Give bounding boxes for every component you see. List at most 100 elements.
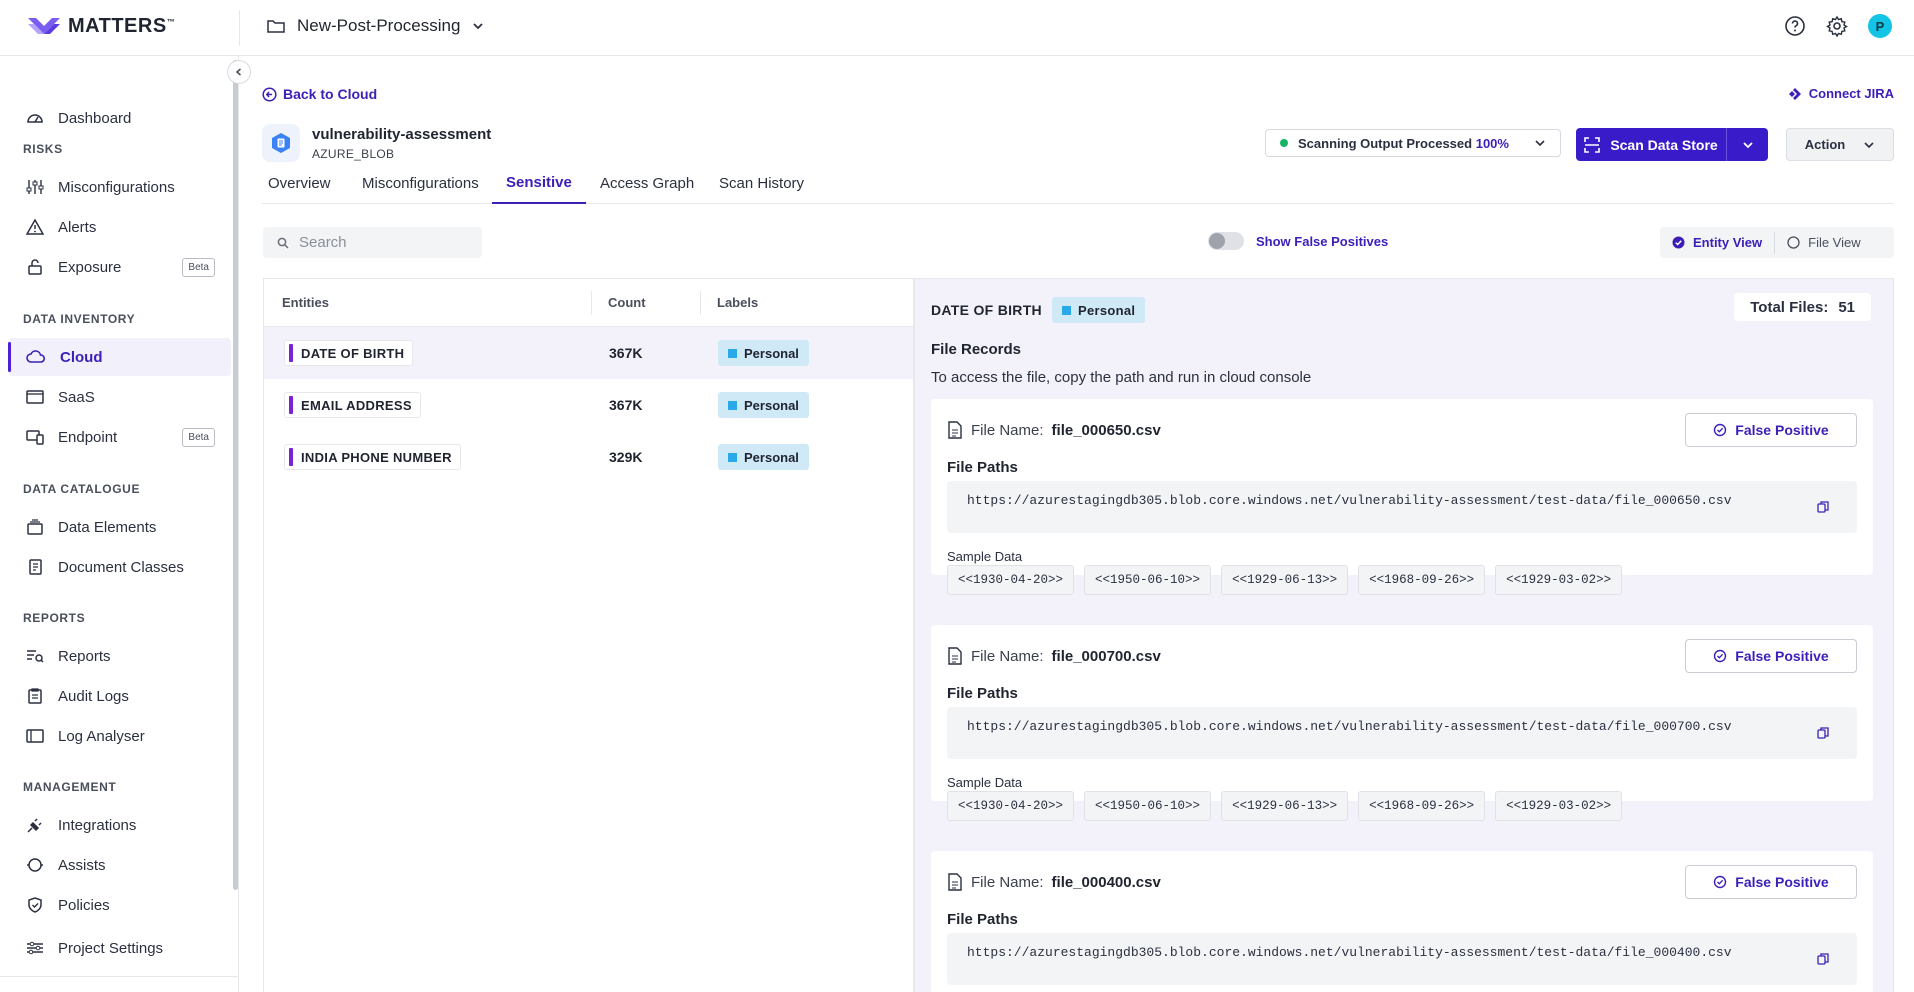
matters-logo-icon bbox=[28, 18, 60, 34]
entity-view-option[interactable]: Entity View bbox=[1660, 227, 1774, 258]
brand-logo[interactable]: MATTERS™ bbox=[26, 14, 175, 38]
user-avatar[interactable]: P bbox=[1868, 14, 1892, 38]
report-search-icon bbox=[27, 650, 44, 663]
sidebar-item-label: Assists bbox=[58, 856, 106, 874]
connect-jira-link[interactable]: Connect JIRA bbox=[1788, 86, 1894, 101]
sample-data-heading: Sample Data bbox=[947, 775, 1023, 790]
sidebar-item-exposure[interactable]: Exposure Beta bbox=[8, 248, 231, 286]
action-dropdown[interactable]: Action bbox=[1786, 128, 1894, 161]
project-selector[interactable]: New-Post-Processing bbox=[267, 16, 484, 36]
asset-type: AZURE_BLOB bbox=[312, 146, 395, 161]
entity-view-label: Entity View bbox=[1693, 235, 1763, 250]
top-right-actions: P bbox=[1784, 14, 1892, 38]
check-circle-icon bbox=[1672, 236, 1685, 249]
sidebar-item-label: Document Classes bbox=[58, 558, 184, 576]
false-positive-icon bbox=[1714, 423, 1727, 437]
status-dot bbox=[1280, 139, 1288, 147]
table-row[interactable]: EMAIL ADDRESS 367K Personal bbox=[264, 379, 913, 431]
entity-color-bar bbox=[289, 448, 293, 466]
sidebar-item-label: Alerts bbox=[58, 218, 97, 236]
scan-status-dropdown[interactable]: Scanning Output Processed 100% bbox=[1265, 129, 1561, 157]
sidebar-item-assists[interactable]: Assists bbox=[8, 846, 231, 884]
sample-chip: <<1968-09-26>> bbox=[1358, 565, 1486, 595]
file-path-box: https://azurestagingdb305.blob.core.wind… bbox=[947, 481, 1857, 533]
action-label: Action bbox=[1804, 137, 1846, 152]
file-path-box: https://azurestagingdb305.blob.core.wind… bbox=[947, 933, 1857, 985]
sidebar-item-log-analyser[interactable]: Log Analyser bbox=[8, 717, 231, 755]
sidebar-collapse-button[interactable] bbox=[227, 60, 251, 84]
detail-entity-name: DATE OF BIRTH bbox=[931, 302, 1042, 318]
sidebar-item-cloud[interactable]: Cloud bbox=[8, 338, 231, 376]
tab-overview[interactable]: Overview bbox=[268, 162, 331, 204]
sidebar-item-label: Misconfigurations bbox=[58, 178, 175, 196]
sidebar-section-data-catalogue: DATA CATALOGUE bbox=[23, 482, 141, 496]
table-row[interactable]: INDIA PHONE NUMBER 329K Personal bbox=[264, 431, 913, 483]
false-positive-button[interactable]: False Positive bbox=[1685, 413, 1857, 447]
column-divider bbox=[591, 291, 592, 315]
toggle-switch[interactable] bbox=[1208, 232, 1244, 250]
sample-chip: <<1930-04-20>> bbox=[947, 791, 1075, 821]
sidebar: Dashboard RISKS Misconfigurations Alerts… bbox=[0, 56, 239, 992]
sidebar-item-dashboard[interactable]: Dashboard bbox=[8, 99, 231, 137]
copy-icon[interactable] bbox=[1817, 953, 1829, 965]
tab-access-graph[interactable]: Access Graph bbox=[600, 162, 694, 204]
sidebar-item-label: Dashboard bbox=[58, 109, 132, 127]
main-content: Back to Cloud Connect JIRA vulnerability… bbox=[240, 56, 1914, 992]
sidebar-item-alerts[interactable]: Alerts bbox=[8, 208, 231, 246]
file-paths-heading: File Paths bbox=[947, 685, 1018, 702]
sliders-icon bbox=[26, 180, 44, 194]
scan-options-dropdown[interactable] bbox=[1727, 141, 1768, 149]
entity-name: EMAIL ADDRESS bbox=[284, 392, 421, 418]
show-false-positives-toggle[interactable]: Show False Positives bbox=[1208, 232, 1388, 250]
sidebar-item-policies[interactable]: Policies bbox=[8, 886, 231, 924]
sidebar-item-label: Cloud bbox=[60, 348, 103, 366]
file-path-box: https://azurestagingdb305.blob.core.wind… bbox=[947, 707, 1857, 759]
gear-icon[interactable] bbox=[1826, 15, 1848, 37]
sample-chip: <<1929-03-02>> bbox=[1495, 791, 1623, 821]
file-view-option[interactable]: File View bbox=[1774, 231, 1873, 254]
sidebar-item-reports[interactable]: Reports bbox=[8, 637, 231, 675]
azure-blob-icon bbox=[262, 124, 300, 162]
sidebar-item-data-elements[interactable]: Data Elements bbox=[8, 508, 231, 546]
file-paths-heading: File Paths bbox=[947, 911, 1018, 928]
sidebar-item-label: Endpoint bbox=[58, 428, 118, 446]
label-badge: Personal bbox=[1051, 297, 1146, 323]
copy-icon[interactable] bbox=[1817, 501, 1829, 513]
sidebar-item-endpoint[interactable]: Endpoint Beta bbox=[8, 418, 231, 456]
sidebar-item-label: Integrations bbox=[58, 816, 137, 834]
false-positive-icon bbox=[1714, 875, 1727, 889]
sidebar-item-saas[interactable]: SaaS bbox=[8, 378, 231, 416]
file-name: File Name: file_000650.csv bbox=[947, 421, 1161, 439]
column-header-entities[interactable]: Entities bbox=[282, 295, 329, 310]
sidebar-item-project-settings[interactable]: Project Settings bbox=[8, 929, 231, 967]
asset-header: vulnerability-assessment AZURE_BLOB bbox=[262, 124, 491, 162]
scan-data-store-main[interactable]: Scan Data Store bbox=[1576, 128, 1727, 161]
file-name: File Name: file_000400.csv bbox=[947, 873, 1161, 891]
window-icon bbox=[26, 729, 44, 743]
sample-chip: <<1950-06-10>> bbox=[1084, 565, 1212, 595]
scan-data-store-button[interactable]: Scan Data Store bbox=[1576, 128, 1768, 161]
search-input[interactable]: Search bbox=[263, 227, 482, 258]
copy-icon[interactable] bbox=[1817, 727, 1829, 739]
documents-icon bbox=[29, 559, 42, 575]
file-view-label: File View bbox=[1808, 235, 1861, 250]
table-row[interactable]: DATE OF BIRTH 367K Personal bbox=[264, 327, 913, 379]
file-name: File Name: file_000700.csv bbox=[947, 647, 1161, 665]
column-header-count[interactable]: Count bbox=[608, 295, 646, 310]
sidebar-item-document-classes[interactable]: Document Classes bbox=[8, 548, 231, 586]
sidebar-scrollbar[interactable] bbox=[233, 60, 238, 890]
sidebar-item-audit-logs[interactable]: Audit Logs bbox=[8, 677, 231, 715]
column-header-labels[interactable]: Labels bbox=[717, 295, 758, 310]
file-records-hint: To access the file, copy the path and ru… bbox=[931, 369, 1312, 386]
sidebar-item-integrations[interactable]: Integrations bbox=[8, 806, 231, 844]
chevron-down-icon bbox=[1742, 141, 1753, 148]
sidebar-item-label: Project Settings bbox=[58, 939, 164, 957]
help-icon[interactable] bbox=[1784, 15, 1806, 37]
tab-scan-history[interactable]: Scan History bbox=[719, 162, 804, 204]
false-positive-button[interactable]: False Positive bbox=[1685, 639, 1857, 673]
tab-misconfigurations[interactable]: Misconfigurations bbox=[362, 162, 479, 204]
false-positive-button[interactable]: False Positive bbox=[1685, 865, 1857, 899]
back-to-cloud-link[interactable]: Back to Cloud bbox=[262, 86, 377, 102]
sidebar-item-misconfigurations[interactable]: Misconfigurations bbox=[8, 168, 231, 206]
tab-sensitive[interactable]: Sensitive bbox=[492, 162, 586, 204]
